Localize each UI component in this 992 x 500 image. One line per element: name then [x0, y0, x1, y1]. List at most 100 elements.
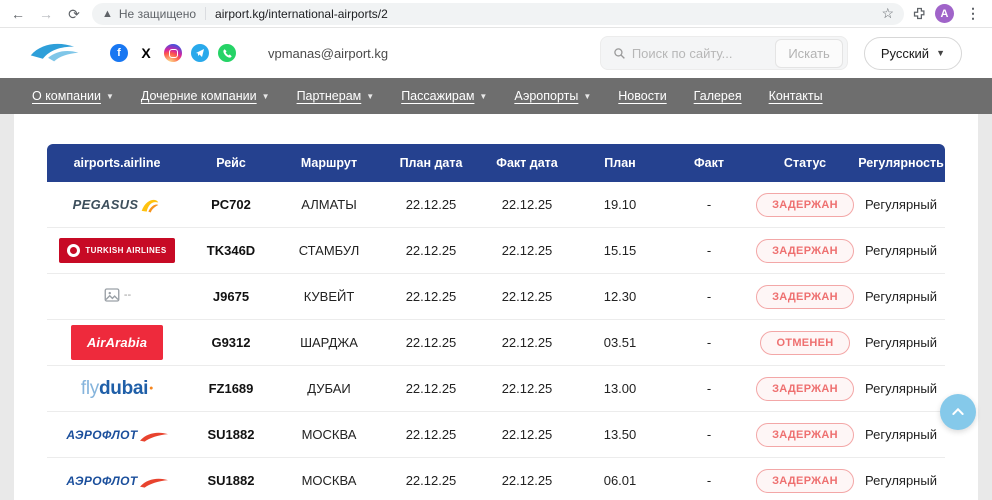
regularity: Регулярный	[857, 412, 945, 458]
browser-menu-icon[interactable]: ⋮	[962, 5, 984, 22]
plan-date: 22.12.25	[383, 274, 479, 320]
forward-icon[interactable]: →	[36, 7, 56, 21]
telegram-icon[interactable]	[191, 44, 209, 62]
instagram-icon[interactable]	[164, 44, 182, 62]
plan-date: 22.12.25	[383, 320, 479, 366]
flight-number: TK346D	[187, 228, 275, 274]
turkish-airlines-logo: TURKISH AIRLINES	[59, 238, 174, 263]
language-selector[interactable]: Русский ▼	[864, 37, 962, 70]
route: ДУБАИ	[275, 366, 383, 412]
flight-number: SU1882	[187, 458, 275, 500]
nav-item-дочерние-компании[interactable]: Дочерние компании▼	[141, 89, 270, 103]
nav-item-галерея[interactable]: Галерея	[694, 89, 742, 103]
nav-item-партнерам[interactable]: Партнерам▼	[297, 89, 375, 103]
column-header: План	[575, 144, 665, 182]
fact-time: -	[665, 228, 753, 274]
status-cell: ЗАДЕРЖАН	[753, 274, 857, 320]
route: ШАРДЖА	[275, 320, 383, 366]
chevron-down-icon: ▼	[262, 92, 270, 101]
nav-item-о-компании[interactable]: О компании▼	[32, 89, 114, 103]
regularity: Регулярный	[857, 366, 945, 412]
browser-chrome: ← → ⟳ ▲ Не защищено airport.kg/internati…	[0, 0, 992, 28]
language-label: Русский	[881, 46, 929, 61]
refresh-icon[interactable]: ⟳	[64, 7, 84, 21]
status-badge: ЗАДЕРЖАН	[756, 239, 854, 263]
chevron-down-icon: ▼	[936, 48, 945, 58]
search-button[interactable]: Искать	[775, 39, 843, 68]
url-text: airport.kg/international-airports/2	[215, 7, 388, 21]
flight-row: --J9675КУВЕЙТ22.12.2522.12.2512.30-ЗАДЕР…	[47, 274, 945, 320]
route: АЛМАТЫ	[275, 182, 383, 228]
fact-time: -	[665, 182, 753, 228]
status-badge: ЗАДЕРЖАН	[756, 285, 854, 309]
status-cell: ОТМЕНЕН	[753, 320, 857, 366]
route: МОСКВА	[275, 412, 383, 458]
chevron-down-icon: ▼	[479, 92, 487, 101]
bookmark-star-icon[interactable]: ☆	[881, 5, 894, 22]
back-icon[interactable]: ←	[8, 7, 28, 21]
fact-time: -	[665, 320, 753, 366]
status-badge: ЗАДЕРЖАН	[756, 423, 854, 447]
regularity: Регулярный	[857, 274, 945, 320]
security-warning-label: Не защищено	[119, 7, 196, 21]
status-badge: ЗАДЕРЖАН	[756, 193, 854, 217]
profile-avatar[interactable]: A	[935, 4, 954, 23]
nav-item-label: О компании	[32, 89, 101, 103]
route: МОСКВА	[275, 458, 383, 500]
plan-time: 15.15	[575, 228, 665, 274]
x-icon[interactable]: X	[137, 44, 155, 62]
nav-item-аэропорты[interactable]: Аэропорты▼	[514, 89, 591, 103]
facebook-icon[interactable]: f	[110, 44, 128, 62]
whatsapp-icon[interactable]	[218, 44, 236, 62]
site-search: Искать	[600, 36, 848, 70]
nav-item-label: Партнерам	[297, 89, 362, 103]
plan-time: 13.50	[575, 412, 665, 458]
nav-item-контакты[interactable]: Контакты	[769, 89, 823, 103]
flight-number: PC702	[187, 182, 275, 228]
page-background: airports.airlineРейсМаршрутПлан датаФакт…	[0, 114, 992, 500]
status-badge: ЗАДЕРЖАН	[756, 469, 854, 493]
status-cell: ЗАДЕРЖАН	[753, 182, 857, 228]
plan-time: 19.10	[575, 182, 665, 228]
address-bar[interactable]: ▲ Не защищено airport.kg/international-a…	[92, 3, 904, 25]
chevron-up-icon	[950, 404, 966, 420]
column-header: Рейс	[187, 144, 275, 182]
extensions-icon[interactable]	[912, 6, 927, 21]
airline-cell: АЭРОФЛОТ	[47, 458, 187, 500]
column-header: Статус	[753, 144, 857, 182]
search-input[interactable]	[632, 46, 770, 61]
fact-date: 22.12.25	[479, 320, 575, 366]
nav-item-новости[interactable]: Новости	[618, 89, 666, 103]
airline-cell: PEGASUS	[47, 182, 187, 228]
flight-row: PEGASUSPC702АЛМАТЫ22.12.2522.12.2519.10-…	[47, 182, 945, 228]
regularity: Регулярный	[857, 458, 945, 500]
flights-table: airports.airlineРейсМаршрутПлан датаФакт…	[47, 144, 945, 500]
scroll-to-top-button[interactable]	[940, 394, 976, 430]
regularity: Регулярный	[857, 228, 945, 274]
divider	[205, 7, 206, 20]
column-header: План дата	[383, 144, 479, 182]
broken-image-icon: --	[103, 286, 131, 304]
nav-item-label: Новости	[618, 89, 666, 103]
flight-number: SU1882	[187, 412, 275, 458]
plan-date: 22.12.25	[383, 182, 479, 228]
flydubai-logo: flydubai●	[81, 378, 153, 400]
column-header: Регулярность	[857, 144, 945, 182]
status-cell: ЗАДЕРЖАН	[753, 412, 857, 458]
chevron-down-icon: ▼	[583, 92, 591, 101]
flight-row: flydubai●FZ1689ДУБАИ22.12.2522.12.2513.0…	[47, 366, 945, 412]
search-icon	[613, 47, 626, 60]
status-cell: ЗАДЕРЖАН	[753, 228, 857, 274]
column-header: Факт дата	[479, 144, 575, 182]
nav-item-пассажирам[interactable]: Пассажирам▼	[401, 89, 487, 103]
airport-logo-icon[interactable]	[28, 38, 82, 69]
regularity: Регулярный	[857, 182, 945, 228]
contact-email[interactable]: vpmanas@airport.kg	[268, 46, 388, 61]
status-badge: ОТМЕНЕН	[760, 331, 849, 355]
nav-item-label: Контакты	[769, 89, 823, 103]
plan-date: 22.12.25	[383, 412, 479, 458]
fact-time: -	[665, 412, 753, 458]
fact-date: 22.12.25	[479, 182, 575, 228]
flight-row: AirArabiaG9312ШАРДЖА22.12.2522.12.2503.5…	[47, 320, 945, 366]
plan-time: 06.01	[575, 458, 665, 500]
